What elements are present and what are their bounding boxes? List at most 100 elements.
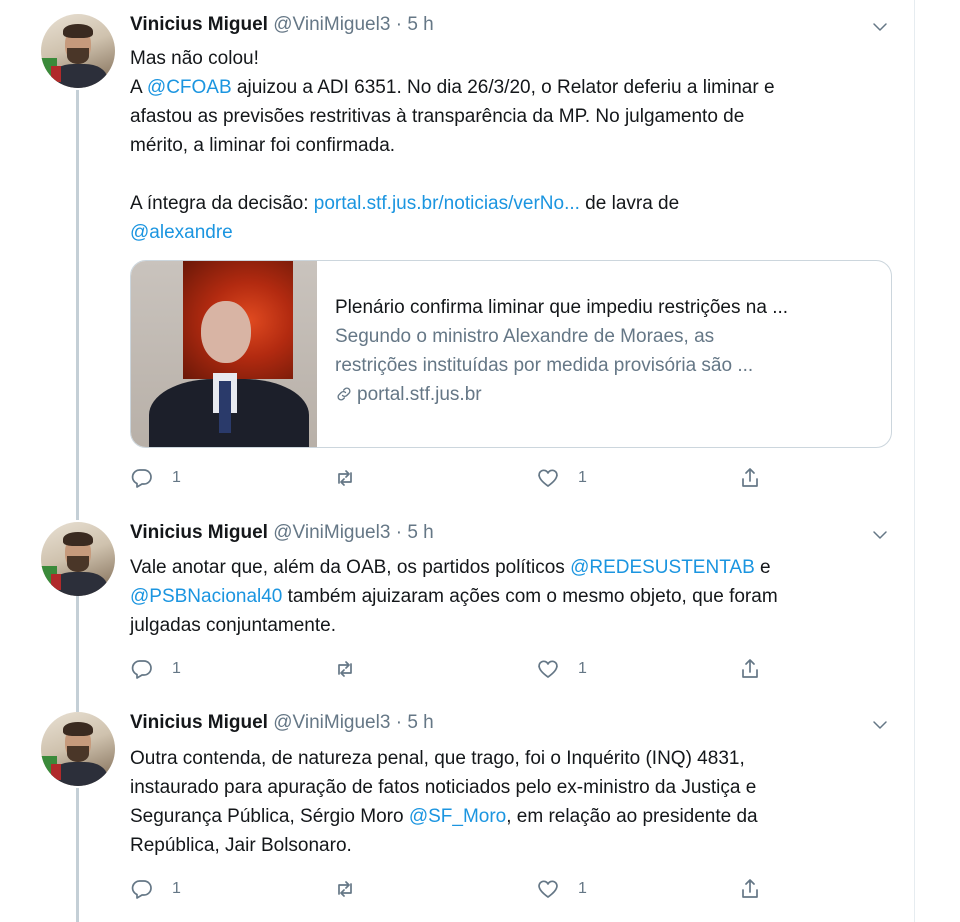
- text-line: julgadas conjuntamente.: [130, 611, 900, 640]
- text-segment: de lavra de: [579, 193, 680, 214]
- avatar[interactable]: [41, 14, 115, 88]
- text-segment: Segurança Pública, Sérgio Moro: [130, 806, 409, 827]
- retweet-icon: [333, 466, 357, 490]
- heart-icon: [536, 466, 560, 490]
- retweet-button[interactable]: [333, 875, 357, 903]
- share-icon: [738, 657, 762, 681]
- share-icon: [738, 877, 762, 901]
- text-line: @PSBNacional40 também ajuizaram ações co…: [130, 582, 900, 611]
- text-line: A @CFOAB ajuizou a ADI 6351. No dia 26/3…: [130, 73, 900, 102]
- share-button[interactable]: [738, 655, 762, 683]
- reply-count: 1: [172, 660, 181, 677]
- text-line: Segurança Pública, Sérgio Moro @SF_Moro,…: [130, 802, 900, 831]
- link-card[interactable]: Plenário confirma liminar que impediu re…: [130, 260, 892, 448]
- author-name[interactable]: Vinicius Miguel: [130, 712, 268, 733]
- card-description-2: restrições instituídas por medida provis…: [335, 355, 754, 376]
- author-handle[interactable]: @ViniMiguel3: [273, 522, 390, 543]
- tweet-text: Vale anotar que, além da OAB, os partido…: [130, 553, 900, 640]
- text-segment: instaurado para apuração de fatos notici…: [130, 777, 757, 798]
- text-segment: e: [754, 557, 771, 578]
- retweet-button[interactable]: [333, 655, 357, 683]
- text-segment: ajuizou a ADI 6351. No dia 26/3/20, o Re…: [231, 77, 775, 98]
- reply-icon: [130, 466, 154, 490]
- text-segment: também ajuizaram ações com o mesmo objet…: [282, 586, 778, 607]
- mention-link[interactable]: @PSBNacional40: [130, 586, 282, 607]
- timestamp[interactable]: 5 h: [407, 712, 433, 733]
- chevron-down-icon[interactable]: [871, 18, 889, 36]
- text-line: Mas não colou!: [130, 44, 900, 73]
- chevron-down-icon[interactable]: [871, 716, 889, 734]
- text-segment: Outra contenda, de natureza penal, que t…: [130, 748, 745, 769]
- text-segment: Mas não colou!: [130, 48, 259, 69]
- tweet-actions: 11: [130, 464, 770, 492]
- mention-link[interactable]: @SF_Moro: [409, 806, 506, 827]
- reply-button[interactable]: 1: [130, 875, 181, 903]
- card-domain-text: portal.stf.jus.br: [357, 384, 482, 405]
- link-icon: [337, 387, 351, 401]
- text-segment: afastou as previsões restritivas à trans…: [130, 106, 745, 127]
- tweet-header: Vinicius Miguel @ViniMiguel3 · 5 h: [130, 712, 434, 734]
- text-segment: mérito, a liminar foi confirmada.: [130, 135, 396, 156]
- tweet-1[interactable]: Vinicius Miguel @ViniMiguel3 · 5 h Mas n…: [0, 0, 914, 510]
- text-segment: A: [130, 77, 147, 98]
- like-count: 1: [578, 469, 587, 486]
- card-domain: portal.stf.jus.br: [335, 380, 875, 409]
- like-count: 1: [578, 880, 587, 897]
- separator-dot: ·: [395, 522, 403, 543]
- retweet-icon: [333, 657, 357, 681]
- like-button[interactable]: 1: [536, 464, 587, 492]
- text-segment: A íntegra da decisão:: [130, 193, 314, 214]
- tweet-header: Vinicius Miguel @ViniMiguel3 · 5 h: [130, 14, 434, 36]
- card-description: Segundo o ministro Alexandre de Moraes, …: [335, 326, 715, 347]
- tweet-3[interactable]: Vinicius Miguel @ViniMiguel3 · 5 h Outra…: [0, 700, 914, 922]
- reply-count: 1: [172, 880, 181, 897]
- reply-button[interactable]: 1: [130, 464, 181, 492]
- text-segment: Vale anotar que, além da OAB, os partido…: [130, 557, 571, 578]
- tweet-header: Vinicius Miguel @ViniMiguel3 · 5 h: [130, 522, 434, 544]
- heart-icon: [536, 657, 560, 681]
- heart-icon: [536, 877, 560, 901]
- reply-button[interactable]: 1: [130, 655, 181, 683]
- mention-link[interactable]: @alexandre: [130, 222, 233, 243]
- text-segment: julgadas conjuntamente.: [130, 615, 336, 636]
- timestamp[interactable]: 5 h: [407, 522, 433, 543]
- text-segment: , em relação ao presidente da: [506, 806, 758, 827]
- tweet-text: Outra contenda, de natureza penal, que t…: [130, 744, 900, 860]
- text-segment: República, Jair Bolsonaro.: [130, 835, 352, 856]
- like-button[interactable]: 1: [536, 655, 587, 683]
- reply-icon: [130, 657, 154, 681]
- chevron-down-icon[interactable]: [871, 526, 889, 544]
- card-title: Plenário confirma liminar que impediu re…: [335, 297, 789, 318]
- share-button[interactable]: [738, 464, 762, 492]
- timestamp[interactable]: 5 h: [407, 14, 433, 35]
- author-handle[interactable]: @ViniMiguel3: [273, 14, 390, 35]
- text-line: afastou as previsões restritivas à trans…: [130, 102, 900, 131]
- tweet-actions: 11: [130, 875, 770, 903]
- text-line: A íntegra da decisão: portal.stf.jus.br/…: [130, 189, 900, 218]
- avatar[interactable]: [41, 522, 115, 596]
- tweet-actions: 11: [130, 655, 770, 683]
- text-line: Outra contenda, de natureza penal, que t…: [130, 744, 900, 773]
- share-icon: [738, 466, 762, 490]
- share-button[interactable]: [738, 875, 762, 903]
- text-line: Vale anotar que, além da OAB, os partido…: [130, 553, 900, 582]
- reply-count: 1: [172, 469, 181, 486]
- author-name[interactable]: Vinicius Miguel: [130, 14, 268, 35]
- timeline-border: [914, 0, 915, 922]
- card-thumbnail: [131, 261, 317, 447]
- tweet-2[interactable]: Vinicius Miguel @ViniMiguel3 · 5 h Vale …: [0, 510, 914, 700]
- separator-dot: ·: [395, 14, 403, 35]
- url-link[interactable]: portal.stf.jus.br/noticias/verNo...: [314, 193, 580, 214]
- mention-link[interactable]: @REDESUSTENTAB: [570, 557, 755, 578]
- like-button[interactable]: 1: [536, 875, 587, 903]
- retweet-button[interactable]: [333, 464, 357, 492]
- avatar[interactable]: [41, 712, 115, 786]
- tweet-text: Mas não colou! A @CFOAB ajuizou a ADI 635…: [130, 44, 900, 247]
- text-line: República, Jair Bolsonaro.: [130, 831, 900, 860]
- author-name[interactable]: Vinicius Miguel: [130, 522, 268, 543]
- author-handle[interactable]: @ViniMiguel3: [273, 712, 390, 733]
- retweet-icon: [333, 877, 357, 901]
- mention-link[interactable]: @CFOAB: [147, 77, 232, 98]
- separator-dot: ·: [395, 712, 403, 733]
- text-line: @alexandre: [130, 218, 900, 247]
